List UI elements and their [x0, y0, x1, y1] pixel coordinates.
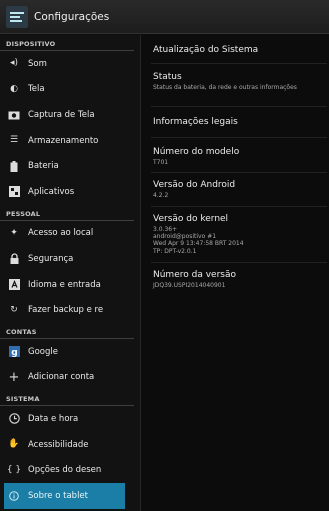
menu-item-acesso-local[interactable]: ✦ Acesso ao local: [0, 221, 140, 247]
info-icon: [8, 490, 20, 502]
apps-icon: [8, 186, 20, 198]
menu-item-label: Sobre o tablet: [28, 490, 88, 501]
menu-item-label: Acesso ao local: [28, 228, 94, 239]
lock-icon: [8, 253, 20, 265]
row-title: Informações legais: [153, 117, 238, 127]
settings-screen: Configurações DISPOSITIVO ◂) Som ◐ Tela …: [0, 0, 329, 511]
action-bar: Configurações: [0, 0, 329, 34]
developer-braces-icon: { }: [6, 464, 22, 475]
menu-item-bateria[interactable]: Bateria: [0, 153, 140, 179]
row-value: T701: [153, 159, 169, 166]
row-value-line: TP: DPT-v2.0.1: [153, 247, 197, 255]
row-informacoes-legais[interactable]: Informações legais: [141, 107, 329, 137]
menu-item-backup[interactable]: ↻ Fazer backup e re: [0, 297, 140, 323]
row-value: 4.2.2: [153, 192, 169, 199]
about-tablet-detail: Atualização do Sistema Status Status da …: [141, 35, 329, 511]
row-versao-android[interactable]: Versão do Android 4.2.2: [141, 173, 329, 206]
menu-item-opcoes-desenvolvedor[interactable]: { } Opções do desen: [0, 457, 140, 483]
menu-item-seguranca[interactable]: Segurança: [0, 246, 140, 272]
location-icon: ✦: [10, 227, 18, 238]
restore-icon: ↻: [10, 304, 18, 315]
menu-item-label: Data e hora: [28, 413, 79, 424]
row-title: Versão do kernel: [153, 214, 229, 224]
menu-item-label: Google: [28, 346, 58, 357]
menu-item-aplicativos[interactable]: Aplicativos: [0, 179, 140, 205]
battery-icon: [8, 160, 20, 172]
settings-menu: DISPOSITIVO ◂) Som ◐ Tela Captura de Tel…: [0, 35, 140, 511]
menu-item-acessibilidade[interactable]: ✋ Acessibilidade: [0, 432, 140, 458]
add-icon: +: [8, 369, 20, 385]
row-atualizacao[interactable]: Atualização do Sistema: [141, 35, 329, 63]
menu-item-label: Adicionar conta: [28, 372, 95, 383]
speaker-icon: ◂): [9, 58, 19, 69]
menu-item-label: Armazenamento: [28, 135, 99, 146]
menu-item-som[interactable]: ◂) Som: [0, 51, 140, 77]
brightness-icon: ◐: [10, 83, 18, 94]
row-title: Status: [153, 72, 182, 82]
section-header-dispositivo: DISPOSITIVO: [0, 35, 134, 51]
row-versao-kernel: Versão do kernel 3.0.36+ android@positiv…: [141, 207, 329, 262]
row-numero-versao: Número da versão JDQ39.USPI2014040901: [141, 263, 329, 295]
row-value: JDQ39.USPI2014040901: [153, 282, 226, 289]
row-numero-modelo: Número do modelo T701: [141, 138, 329, 172]
settings-app-icon[interactable]: [6, 5, 28, 28]
menu-item-label: Acessibilidade: [28, 439, 89, 450]
row-title: Atualização do Sistema: [153, 45, 259, 55]
menu-item-label: Idioma e entrada: [28, 279, 101, 290]
camera-icon: [8, 109, 20, 121]
menu-item-label: Opções do desen: [28, 465, 102, 476]
menu-item-data-hora[interactable]: Data e hora: [0, 406, 140, 432]
menu-item-tela[interactable]: ◐ Tela: [0, 77, 140, 103]
google-account-icon: g: [8, 346, 20, 358]
row-status[interactable]: Status Status da bateria, da rede e outr…: [141, 64, 329, 106]
storage-icon: ☰: [9, 135, 19, 146]
svg-text:g: g: [11, 348, 17, 357]
menu-item-captura[interactable]: Captura de Tela: [0, 102, 140, 128]
row-value-line: Wed Apr 9 13:47:58 BRT 2014: [153, 240, 244, 248]
row-title: Versão do Android: [153, 180, 236, 190]
section-header-sistema: SISTEMA: [0, 390, 134, 407]
menu-item-label: Tela: [28, 84, 45, 95]
row-subtitle: Status da bateria, da rede e outras info…: [153, 84, 297, 91]
page-title: Configurações: [34, 10, 110, 23]
menu-item-sobre-tablet[interactable]: Sobre o tablet: [4, 482, 125, 509]
menu-item-label: Bateria: [28, 161, 59, 172]
language-icon: [8, 279, 20, 291]
menu-item-label: Som: [28, 58, 47, 69]
section-header-contas: CONTAS: [0, 323, 134, 339]
row-title: Número do modelo: [153, 147, 240, 157]
menu-item-google[interactable]: g Google: [0, 339, 140, 365]
row-title: Número da versão: [153, 270, 236, 280]
menu-item-label: Captura de Tela: [28, 109, 95, 120]
accessibility-hand-icon: ✋: [8, 439, 20, 450]
row-value-line: android@positivo #1: [153, 233, 217, 241]
menu-item-label: Fazer backup e re: [28, 305, 104, 316]
menu-item-label: Segurança: [28, 253, 74, 264]
menu-item-label: Aplicativos: [28, 186, 75, 197]
menu-item-adicionar-conta[interactable]: + Adicionar conta: [0, 365, 140, 391]
section-header-pessoal: PESSOAL: [0, 205, 134, 221]
row-value-line: 3.0.36+: [153, 226, 178, 233]
menu-item-armazenamento[interactable]: ☰ Armazenamento: [0, 128, 140, 154]
menu-item-idioma[interactable]: Idioma e entrada: [0, 272, 140, 298]
clock-icon: [8, 413, 20, 425]
